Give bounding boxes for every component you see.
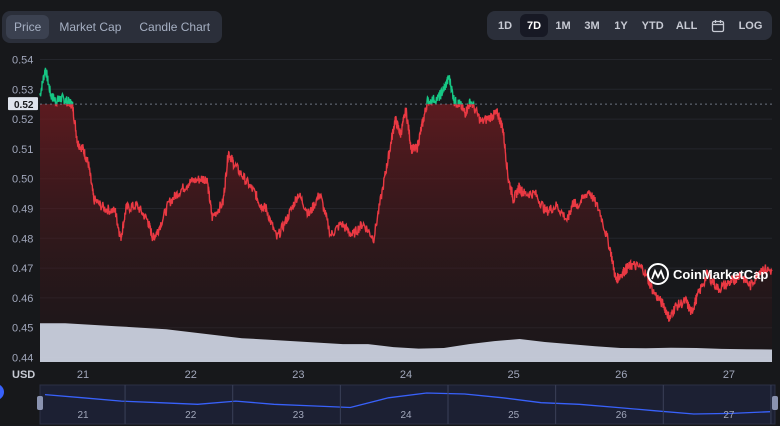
tab-price[interactable]: Price (6, 15, 50, 39)
y-tick-label: 0.53 (12, 84, 33, 96)
range-1d-button[interactable]: 1D (491, 14, 519, 37)
tab-candle-chart[interactable]: Candle Chart (131, 15, 218, 39)
chart-type-tabs: Price Market Cap Candle Chart (2, 11, 223, 43)
currency-label: USD (12, 369, 35, 381)
y-tick-label: 0.44 (12, 353, 33, 365)
navigator-tick-label: 24 (400, 410, 412, 421)
y-tick-label: 0.46 (12, 293, 33, 305)
x-tick-label: 21 (77, 369, 89, 381)
navigator-handle-right (772, 396, 778, 410)
range-3m-button[interactable]: 3M (578, 14, 606, 37)
coinmarketcap-watermark: CoinMarketCap (647, 263, 768, 285)
price-chart[interactable]: 0.54 0.53 0.52 0.51 0.50 0.49 0.48 0.47 0.46 0.45… (0, 0, 780, 426)
x-tick-label: 23 (292, 369, 304, 381)
time-range-selector: 1D 7D 1M 3M 1Y YTD ALL LOG (487, 11, 772, 40)
range-ytd-button[interactable]: YTD (636, 14, 669, 37)
range-all-button[interactable]: ALL (670, 14, 703, 37)
tab-market-cap[interactable]: Market Cap (51, 15, 129, 39)
navigator-tick-label: 26 (616, 410, 628, 421)
navigator-tick-label: 23 (293, 410, 305, 421)
range-1y-button[interactable]: 1Y (607, 14, 635, 37)
y-tick-label: 0.51 (12, 144, 33, 156)
coinmarketcap-logo-mark (651, 268, 665, 280)
y-tick-label: 0.48 (12, 233, 33, 245)
x-tick-label: 26 (615, 369, 627, 381)
log-scale-button[interactable]: LOG (733, 14, 768, 37)
y-tick-label: 0.45 (12, 323, 33, 335)
range-7d-button[interactable]: 7D (520, 14, 548, 37)
navigator-tick-label: 22 (185, 410, 197, 421)
navigator-edge-indicator (0, 385, 4, 399)
y-tick-label: 0.50 (12, 174, 33, 186)
navigator-tick-label: 27 (723, 410, 735, 421)
navigator-handle-left (37, 396, 43, 410)
watermark-text: CoinMarketCap (673, 267, 768, 282)
range-1m-button[interactable]: 1M (549, 14, 577, 37)
calendar-icon[interactable] (704, 14, 732, 37)
y-tick-label: 0.52 (12, 114, 33, 126)
navigator-tick-label: 25 (508, 410, 520, 421)
y-tick-label: 0.54 (12, 54, 33, 66)
y-tick-label: 0.47 (12, 263, 33, 275)
x-tick-label: 25 (508, 369, 520, 381)
coinmarketcap-logo-icon (647, 263, 669, 285)
x-tick-label: 24 (400, 369, 412, 381)
current-price-label: 0.52 (14, 100, 34, 111)
x-tick-label: 27 (723, 369, 735, 381)
y-tick-label: 0.49 (12, 204, 33, 216)
x-tick-label: 22 (185, 369, 197, 381)
navigator-tick-label: 21 (77, 410, 89, 421)
